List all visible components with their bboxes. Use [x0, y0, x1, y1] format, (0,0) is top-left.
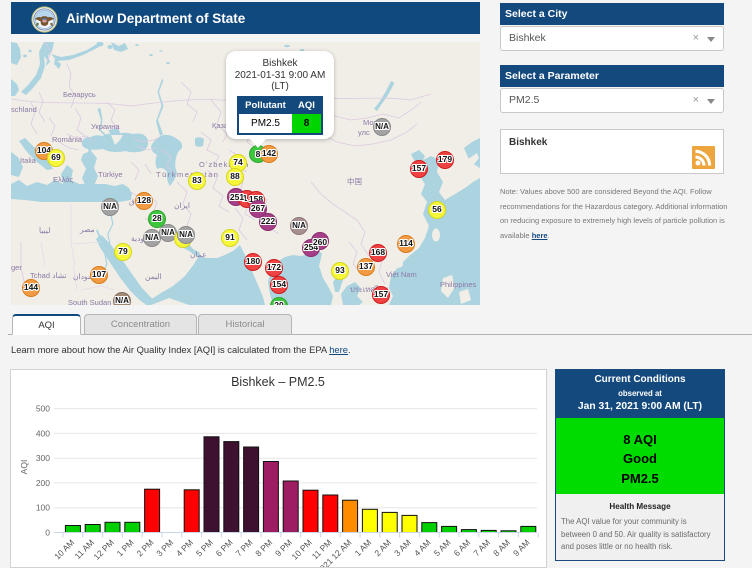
svg-text:3 AM: 3 AM [392, 537, 413, 558]
svg-text:Беларусь: Беларусь [63, 90, 96, 99]
svg-text:AQI: AQI [19, 460, 29, 475]
svg-text:South Sudan: South Sudan [68, 298, 111, 305]
svg-text:300: 300 [36, 453, 50, 463]
svg-text:2 PM: 2 PM [134, 537, 155, 558]
svg-text:Ελλάς: Ελλάς [53, 175, 74, 184]
svg-text:10 PM: 10 PM [289, 537, 313, 561]
svg-text:8 AM: 8 AM [491, 537, 512, 558]
svg-text:9 AM: 9 AM [511, 537, 532, 558]
svg-text:مصر: مصر [79, 225, 95, 234]
svg-text:400: 400 [36, 428, 50, 438]
svg-text:Bishkek – PM2.5: Bishkek – PM2.5 [231, 375, 325, 389]
svg-text:0: 0 [45, 528, 50, 538]
svg-text:1 PM: 1 PM [115, 537, 136, 558]
svg-text:ايران: ايران [174, 201, 190, 210]
svg-text:România: România [52, 135, 83, 144]
svg-text:6 PM: 6 PM [214, 537, 235, 558]
svg-text:Türkiye: Türkiye [98, 170, 123, 179]
svg-text:2 AM: 2 AM [372, 537, 393, 558]
svg-text:اليمن: اليمن [145, 272, 162, 281]
svg-text:عمان: عمان [190, 250, 207, 259]
svg-text:100: 100 [36, 503, 50, 513]
svg-text:улс: улс [358, 128, 370, 137]
svg-text:1 AM: 1 AM [353, 537, 374, 558]
svg-text:Italia: Italia [20, 156, 37, 165]
svg-text:中国: 中国 [347, 176, 362, 186]
svg-text:4 AM: 4 AM [412, 537, 433, 558]
svg-text:8 PM: 8 PM [253, 537, 274, 558]
svg-text:4 PM: 4 PM [174, 537, 195, 558]
svg-text:5 AM: 5 AM [432, 537, 453, 558]
svg-text:7 PM: 7 PM [233, 537, 254, 558]
svg-text:Украина: Украина [91, 122, 120, 131]
svg-text:Philippines: Philippines [440, 280, 477, 289]
svg-text:12 PM: 12 PM [91, 537, 115, 561]
svg-text:Việt Nam: Việt Nam [386, 270, 417, 279]
svg-text:11 AM: 11 AM [72, 537, 96, 561]
svg-text:500: 500 [36, 404, 50, 414]
svg-text:3 PM: 3 PM [154, 537, 175, 558]
svg-text:200: 200 [36, 478, 50, 488]
svg-text:5 PM: 5 PM [194, 537, 215, 558]
svg-text:7 AM: 7 AM [471, 537, 492, 558]
svg-text:ليبيا: ليبيا [39, 226, 50, 235]
svg-text:ger: ger [11, 263, 22, 272]
svg-text:schland: schland [11, 105, 37, 114]
svg-text:6 AM: 6 AM [452, 537, 473, 558]
svg-text:10 AM: 10 AM [52, 537, 76, 561]
svg-text:Tchad تشاد: Tchad تشاد [30, 271, 67, 280]
